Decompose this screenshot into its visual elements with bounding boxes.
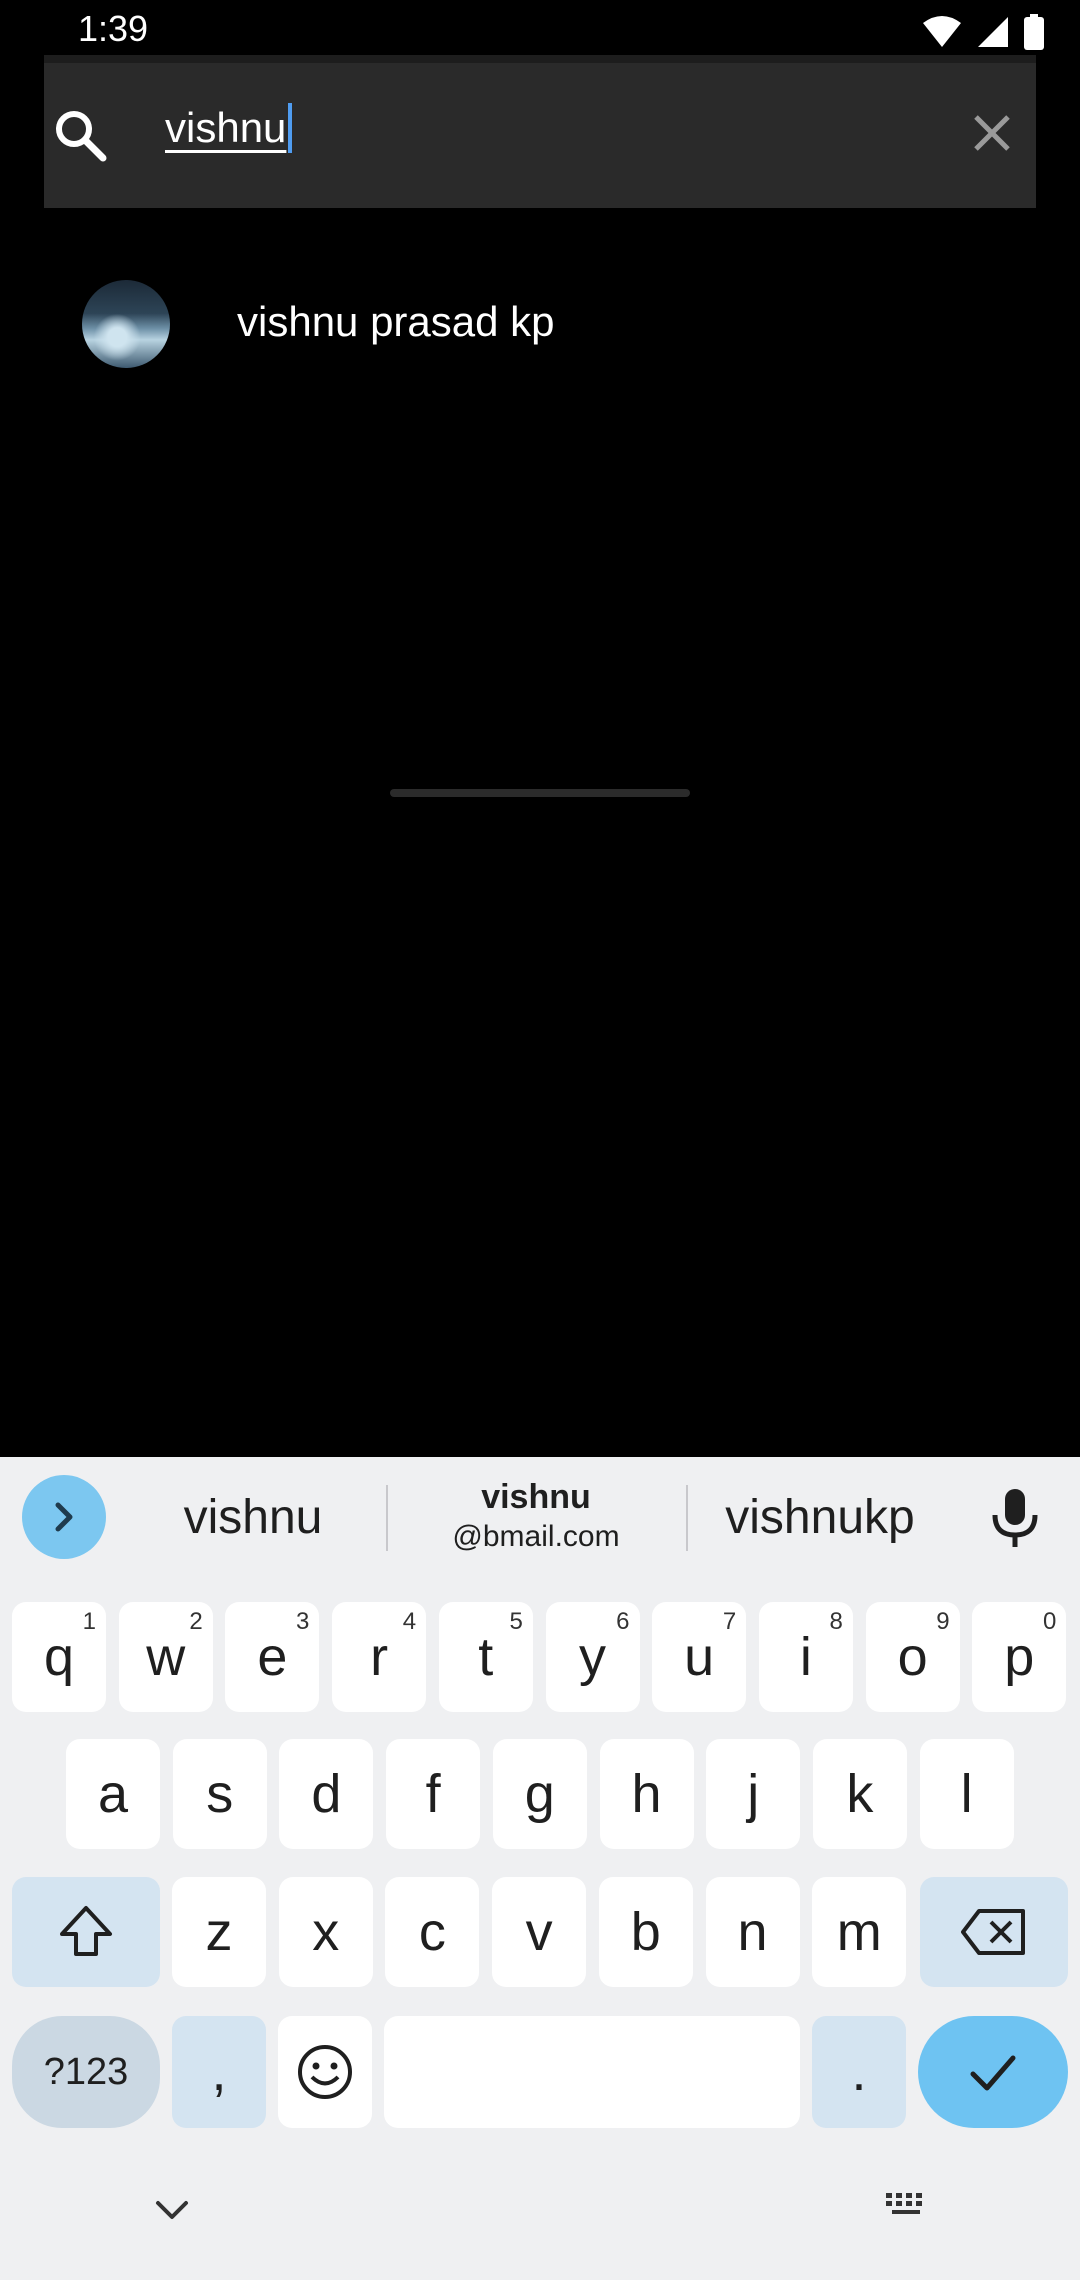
backspace-icon: [961, 1909, 1025, 1955]
key-z[interactable]: z: [172, 1877, 266, 1987]
key-b[interactable]: b: [598, 1877, 693, 1987]
key-label: y: [579, 1627, 606, 1687]
comma-key[interactable]: ,: [172, 2016, 266, 2128]
key-label: o: [897, 1627, 928, 1687]
shift-arrow-icon: [60, 1906, 112, 1956]
chevron-down-icon[interactable]: [152, 2195, 192, 2225]
key-hint: 3: [296, 1608, 310, 1635]
key-y[interactable]: y6: [545, 1602, 640, 1712]
checkmark-icon: [970, 2055, 1016, 2091]
key-hint: 0: [1042, 1608, 1057, 1635]
key-p[interactable]: p0: [972, 1602, 1067, 1712]
keyboard-switch-icon[interactable]: [884, 2191, 930, 2223]
keyboard: vishnu vishnu @bmail.com vishnukp ?123 ,: [0, 1457, 1080, 2280]
key-q[interactable]: q1: [12, 1602, 106, 1712]
symbols-key[interactable]: ?123: [12, 2016, 160, 2128]
key-o[interactable]: o9: [865, 1602, 960, 1712]
space-key[interactable]: [384, 2016, 800, 2128]
emoji-icon: [298, 2045, 352, 2099]
key-r[interactable]: r4: [332, 1602, 427, 1712]
chevron-right-icon: [55, 1502, 73, 1532]
key-n[interactable]: n: [705, 1877, 800, 1987]
emoji-key[interactable]: [278, 2016, 372, 2128]
key-g[interactable]: g: [492, 1739, 587, 1849]
search-icon[interactable]: [50, 105, 110, 165]
key-w[interactable]: w2: [118, 1602, 213, 1712]
nav-row: [0, 2147, 1080, 2280]
key-h[interactable]: h: [599, 1739, 694, 1849]
key-hint: 4: [402, 1608, 417, 1635]
key-s[interactable]: s: [172, 1739, 267, 1849]
key-hint: 2: [189, 1608, 203, 1635]
key-label: e: [257, 1627, 288, 1687]
divider: [386, 1485, 388, 1551]
key-j[interactable]: j: [706, 1739, 801, 1849]
key-label: q: [43, 1627, 75, 1687]
key-d[interactable]: d: [279, 1739, 374, 1849]
result-name: vishnu prasad kp: [237, 298, 555, 345]
key-m[interactable]: m: [812, 1877, 907, 1987]
divider: [686, 1485, 688, 1551]
key-x[interactable]: x: [278, 1877, 373, 1987]
expand-toolbar-button[interactable]: [22, 1475, 106, 1559]
home-indicator[interactable]: [390, 789, 690, 797]
key-c[interactable]: c: [385, 1877, 480, 1987]
key-hint: 6: [616, 1608, 630, 1635]
suggestion-2-line1: vishnu: [481, 1478, 591, 1516]
status-icons: [922, 14, 1044, 50]
key-hint: 5: [509, 1608, 523, 1635]
suggestion-2[interactable]: vishnu @bmail.com: [390, 1457, 682, 1577]
key-l[interactable]: l: [919, 1739, 1014, 1849]
suggestion-3[interactable]: vishnukp: [700, 1457, 940, 1577]
key-label: i: [799, 1627, 812, 1687]
key-label: p: [1004, 1627, 1035, 1687]
cell-signal-icon: [978, 17, 1008, 47]
shift-key[interactable]: [12, 1877, 160, 1987]
key-k[interactable]: k: [812, 1739, 907, 1849]
key-hint: 9: [936, 1608, 950, 1635]
enter-key[interactable]: [918, 2016, 1068, 2128]
key-hint: 8: [829, 1608, 843, 1635]
wifi-icon: [923, 16, 961, 47]
search-query-text: vishnu: [165, 104, 287, 151]
suggestion-strip: vishnu vishnu @bmail.com vishnukp: [0, 1457, 1080, 1577]
search-bar: vishnu: [44, 55, 1036, 208]
suggestion-1[interactable]: vishnu: [128, 1457, 378, 1577]
key-label: t: [478, 1627, 494, 1687]
key-label: w: [146, 1627, 186, 1687]
microphone-icon[interactable]: [985, 1485, 1045, 1551]
search-input[interactable]: vishnu: [165, 103, 293, 153]
key-v[interactable]: v: [492, 1877, 587, 1987]
key-e[interactable]: e3: [225, 1602, 320, 1712]
key-label: u: [684, 1627, 715, 1687]
period-key[interactable]: .: [812, 2016, 906, 2128]
status-time: 1:39: [78, 8, 149, 49]
text-cursor: [288, 103, 293, 153]
search-result-item[interactable]: vishnu prasad kp: [0, 262, 1080, 386]
battery-icon: [1024, 14, 1044, 50]
key-a[interactable]: a: [66, 1739, 160, 1849]
key-u[interactable]: u7: [652, 1602, 747, 1712]
suggestion-2-line2: @bmail.com: [452, 1520, 620, 1553]
key-f[interactable]: f: [386, 1739, 481, 1849]
key-label: r: [370, 1627, 389, 1687]
close-icon[interactable]: [962, 103, 1022, 163]
key-i[interactable]: i8: [758, 1602, 853, 1712]
key-hint: 7: [722, 1608, 737, 1635]
key-t[interactable]: t5: [438, 1602, 533, 1712]
backspace-key[interactable]: [920, 1877, 1068, 1987]
avatar: [82, 280, 170, 368]
status-bar: 1:39: [0, 0, 1080, 62]
key-hint: 1: [82, 1608, 96, 1635]
